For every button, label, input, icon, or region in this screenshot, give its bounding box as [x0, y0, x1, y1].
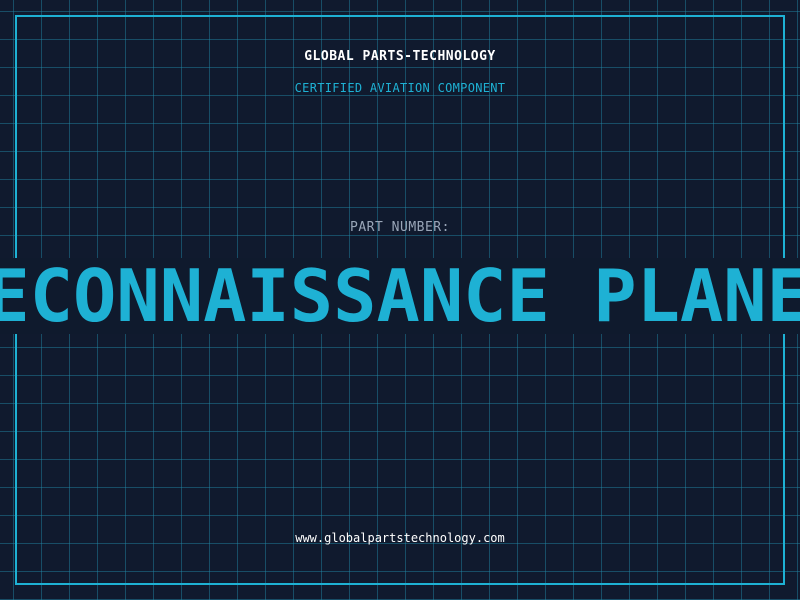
website-url: www.globalpartstechnology.com	[295, 531, 505, 545]
company-name: GLOBAL PARTS-TECHNOLOGY	[304, 49, 496, 64]
certification-subtitle: CERTIFIED AVIATION COMPONENT	[294, 81, 506, 95]
part-number-value: RECONNAISSANCE PLANE	[0, 258, 800, 334]
part-number-label: PART NUMBER:	[350, 220, 450, 235]
part-number-band: RECONNAISSANCE PLANE	[0, 258, 800, 334]
